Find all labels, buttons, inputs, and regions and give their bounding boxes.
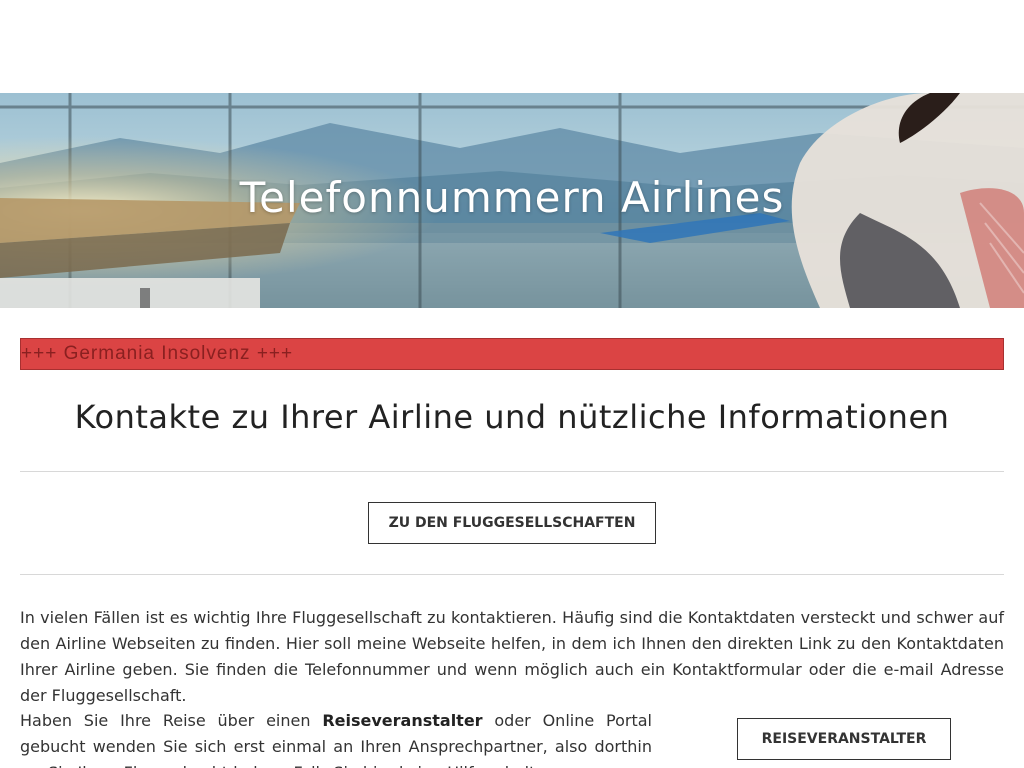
hero-banner: Telefonnummern Airlines (0, 93, 1024, 308)
divider (20, 574, 1004, 575)
news-ticker[interactable]: +++ Germania Insolvenz +++ (20, 338, 1004, 370)
page-headline: Kontakte zu Ihrer Airline und nützliche … (74, 398, 950, 436)
tour-paragraph-text: Haben Sie Ihre Reise über einen (20, 711, 323, 730)
news-ticker-text[interactable]: +++ Germania Insolvenz +++ (21, 343, 293, 365)
intro-paragraph: In vielen Fällen ist es wichtig Ihre Flu… (20, 608, 1004, 705)
hero-title: Telefonnummern Airlines (239, 173, 785, 222)
airlines-button[interactable]: ZU DEN FLUGGESELLSCHAFTEN (368, 502, 656, 544)
top-bar (0, 0, 1024, 93)
tour-operator-emphasis: Reiseveranstalter (322, 711, 483, 730)
tour-operator-paragraph: Haben Sie Ihre Reise über einen Reisever… (20, 708, 652, 768)
tour-operator-button[interactable]: REISEVERANSTALTER (737, 718, 951, 760)
divider (20, 471, 1004, 472)
page: Telefonnummern Airlines +++ Germania Ins… (0, 0, 1024, 768)
